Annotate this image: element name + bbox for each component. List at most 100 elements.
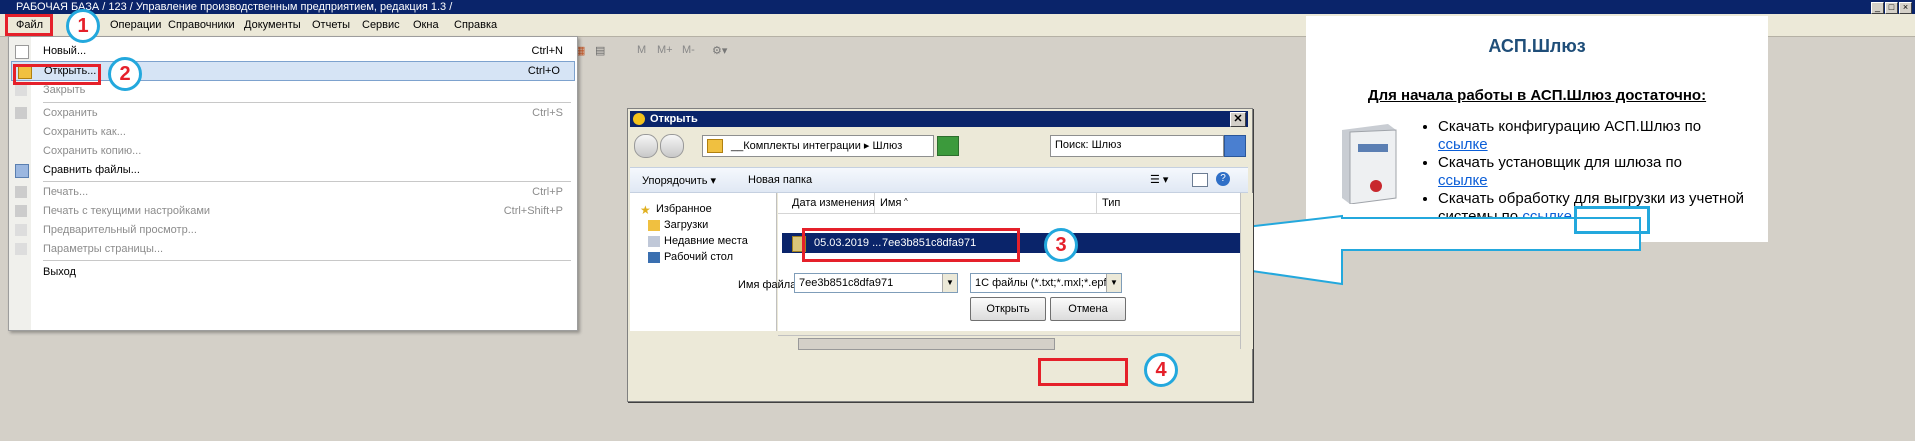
nav-recent[interactable]: Недавние места	[664, 235, 748, 247]
calculator-icon[interactable]: ▤	[595, 44, 605, 57]
menu-item-save-copy[interactable]: Сохранить копию...	[9, 142, 577, 160]
recent-places-icon	[648, 236, 660, 247]
dialog-title: Открыть	[650, 113, 698, 125]
menu-catalogs[interactable]: Справочники	[168, 19, 235, 31]
list-item-text: Скачать установщик для шлюза по	[1438, 154, 1683, 171]
menu-item-open-shortcut: Ctrl+O	[527, 65, 560, 77]
menu-documents[interactable]: Документы	[244, 19, 301, 31]
scroll-thumb[interactable]	[798, 338, 1055, 350]
menu-windows[interactable]: Окна	[413, 19, 439, 31]
nav-downloads[interactable]: Загрузки	[664, 219, 708, 231]
filetype-select[interactable]: 1С файлы (*.txt;*.mxl;*.epf;*.erf ▼	[970, 273, 1122, 293]
dialog-command-bar: Упорядочить ▾ Новая папка ☰ ▾ ?	[630, 167, 1248, 193]
menu-item-print-current-label: Печать с текущими настройками	[43, 205, 211, 217]
filename-input[interactable]: 7ee3b851c8dfa971 ▼	[794, 273, 958, 293]
menu-item-new-shortcut: Ctrl+N	[531, 45, 563, 57]
refresh-icon[interactable]	[937, 136, 959, 156]
toolbar-m[interactable]: M	[637, 44, 646, 56]
close-window-button[interactable]: ×	[1899, 2, 1912, 14]
column-name[interactable]: Имя	[880, 197, 901, 209]
nav-desktop[interactable]: Рабочий стол	[664, 251, 733, 263]
menu-operations[interactable]: Операции	[110, 19, 161, 31]
menu-item-preview-label: Предварительный просмотр...	[43, 224, 197, 236]
navigation-pane: ★ Избранное Загрузки Недавние места Рабо…	[630, 193, 777, 331]
maximize-button[interactable]: □	[1885, 2, 1898, 14]
column-type[interactable]: Тип	[1102, 197, 1120, 209]
chevron-down-icon[interactable]: ▼	[942, 274, 957, 292]
organize-label: Упорядочить	[642, 175, 708, 187]
menu-item-print-current[interactable]: Печать с текущими настройками Ctrl+Shift…	[9, 202, 577, 220]
link-highlight-box	[1574, 206, 1650, 234]
menu-item-page-setup[interactable]: Параметры страницы...	[9, 240, 577, 258]
menu-service[interactable]: Сервис	[362, 19, 400, 31]
preview-pane-icon[interactable]	[1192, 173, 1208, 187]
toolbar-m-plus[interactable]: M+	[657, 44, 673, 56]
column-date[interactable]: Дата изменения	[792, 197, 875, 209]
menu-item-print-current-shortcut: Ctrl+Shift+P	[503, 205, 563, 217]
menu-item-page-setup-label: Параметры страницы...	[43, 243, 164, 255]
search-icon[interactable]	[1224, 135, 1246, 157]
star-icon: ★	[640, 203, 651, 217]
highlight-open-button	[1038, 358, 1128, 386]
save-icon	[15, 107, 27, 119]
step-marker-4: 4	[1144, 353, 1178, 387]
menu-item-close-label: Закрыть	[43, 84, 86, 96]
window-titlebar: РАБОЧАЯ БАЗА / 123 / Управление производ…	[0, 0, 1915, 14]
menu-item-save[interactable]: Сохранить Ctrl+S	[9, 104, 577, 122]
1c-logo-icon	[633, 113, 645, 125]
column-separator	[1096, 193, 1097, 213]
close-document-icon	[15, 84, 27, 96]
menu-help[interactable]: Справка	[454, 19, 497, 31]
menu-item-save-copy-label: Сохранить копию...	[43, 145, 142, 157]
download-config-link[interactable]: ссылке	[1438, 136, 1488, 153]
list-item: Скачать конфигурацию АСП.Шлюз поссылке	[1438, 118, 1778, 154]
help-icon[interactable]: ?	[1216, 172, 1230, 186]
menu-item-exit[interactable]: Выход	[9, 263, 577, 281]
menu-item-new[interactable]: Новый... Ctrl+N	[9, 42, 577, 60]
compare-files-icon	[15, 164, 29, 178]
toolbar-m-minus[interactable]: M-	[682, 44, 695, 56]
nav-favorites[interactable]: Избранное	[656, 203, 712, 215]
tools-icon[interactable]: ⚙▾	[712, 44, 727, 57]
preview-icon	[15, 224, 27, 236]
dialog-close-button[interactable]: ✕	[1230, 112, 1246, 127]
print-icon	[15, 186, 27, 198]
sort-ascending-icon: ^	[904, 197, 908, 206]
menu-item-save-label: Сохранить	[43, 107, 98, 119]
filename-label: Имя файла:	[738, 279, 800, 291]
minimize-button[interactable]: _	[1871, 2, 1884, 14]
filename-value: 7ee3b851c8dfa971	[799, 277, 894, 289]
new-document-icon	[15, 45, 29, 59]
search-input[interactable]: Поиск: Шлюз	[1050, 135, 1224, 157]
view-options-icon[interactable]: ☰ ▾	[1150, 173, 1168, 186]
menu-reports[interactable]: Отчеты	[312, 19, 350, 31]
page-setup-icon	[15, 243, 27, 255]
menu-item-compare[interactable]: Сравнить файлы...	[9, 161, 577, 179]
new-folder-button[interactable]: Новая папка	[748, 174, 812, 186]
menu-separator	[43, 181, 571, 182]
menu-item-exit-label: Выход	[43, 266, 76, 278]
step-marker-3: 3	[1044, 228, 1078, 262]
menu-item-new-label: Новый...	[43, 45, 87, 57]
download-installer-link[interactable]: ссылке	[1438, 172, 1488, 189]
desktop-icon	[648, 252, 660, 263]
list-item-text: Скачать конфигурацию АСП.Шлюз по	[1438, 118, 1702, 135]
forward-button[interactable]	[660, 134, 684, 158]
quick-print-icon	[15, 205, 27, 217]
back-button[interactable]	[634, 134, 658, 158]
menu-item-print[interactable]: Печать... Ctrl+P	[9, 183, 577, 201]
menu-item-compare-label: Сравнить файлы...	[43, 164, 140, 176]
menu-item-preview[interactable]: Предварительный просмотр...	[9, 221, 577, 239]
menu-item-save-shortcut: Ctrl+S	[532, 107, 563, 119]
chevron-down-icon[interactable]: ▼	[1106, 274, 1121, 292]
open-button[interactable]: Открыть	[970, 297, 1046, 321]
asp-panel-title: АСП.Шлюз	[1488, 36, 1586, 56]
organize-button[interactable]: Упорядочить ▾	[642, 174, 716, 187]
cancel-button[interactable]: Отмена	[1050, 297, 1126, 321]
address-bar[interactable]: __Комплекты интеграции ▸ Шлюз	[702, 135, 934, 157]
menu-item-save-as[interactable]: Сохранить как...	[9, 123, 577, 141]
menu-item-print-label: Печать...	[43, 186, 89, 198]
horizontal-scrollbar[interactable]	[778, 335, 1240, 350]
vertical-scrollbar[interactable]	[1240, 193, 1253, 349]
dialog-navigation-bar: __Комплекты интеграции ▸ Шлюз Поиск: Шлю…	[632, 133, 1246, 159]
